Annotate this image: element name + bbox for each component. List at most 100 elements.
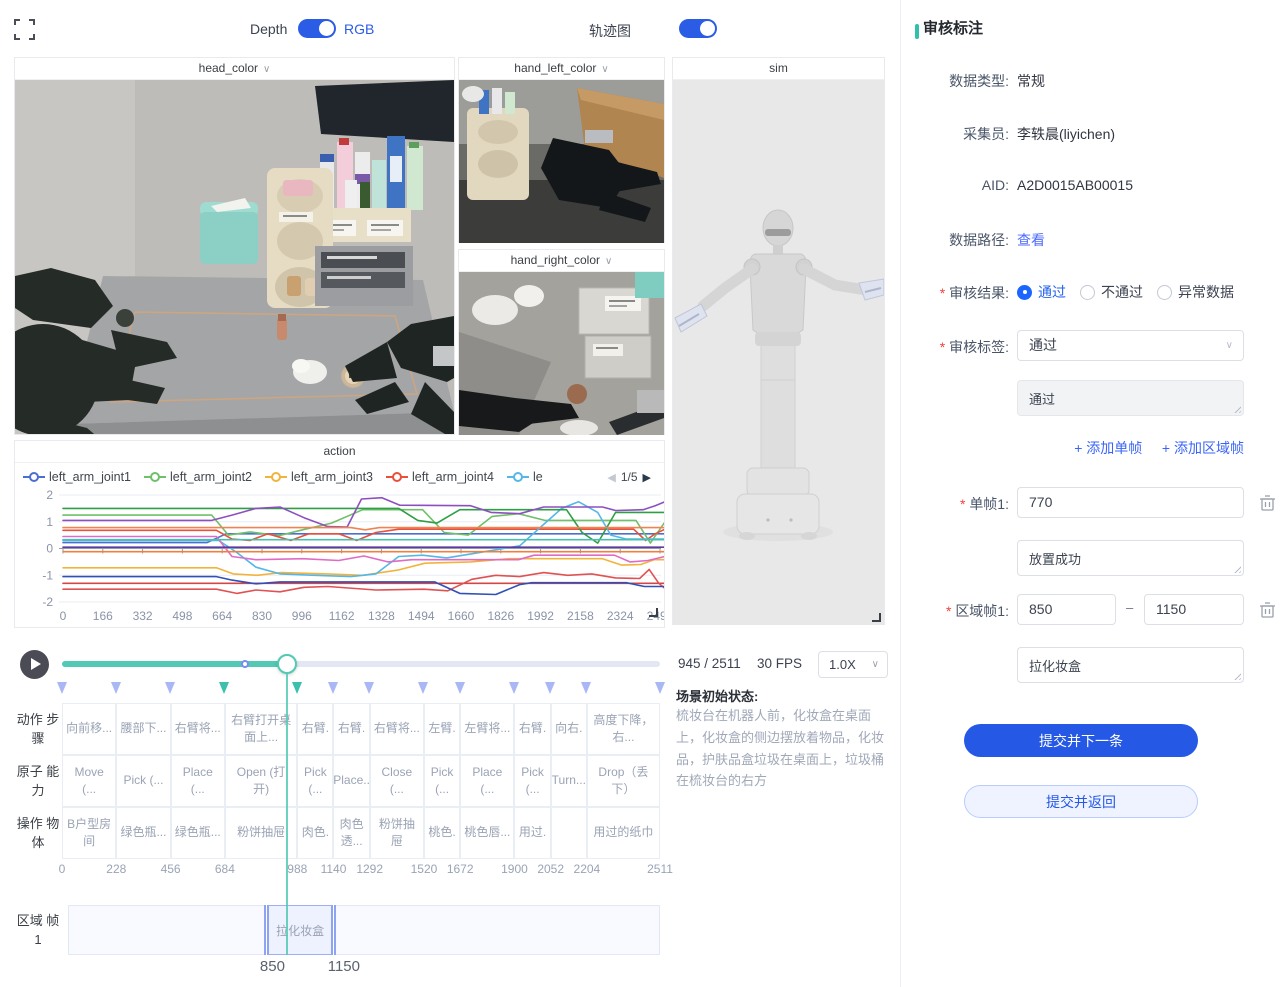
table-cell-ability[interactable]: Pick (...: [116, 755, 170, 807]
single-frame-note[interactable]: 放置成功: [1017, 540, 1244, 576]
table-cell-step[interactable]: 右臂将...: [370, 703, 424, 755]
table-cell-object[interactable]: 绿色瓶...: [116, 807, 170, 859]
scene-state-text: 梳妆台在机器人前，化妆盒在桌面上，化妆盒的侧边摆放着物品，化妆品，护肤品盒垃圾在…: [676, 705, 892, 792]
table-cell-ability[interactable]: Open (打开): [225, 755, 297, 807]
region-track-bar[interactable]: [68, 905, 660, 955]
data-path-view-link[interactable]: 查看: [1017, 230, 1045, 250]
radio-pass[interactable]: 通过: [1017, 282, 1066, 302]
table-cell-object[interactable]: 桃色.: [424, 807, 460, 859]
table-cell-object[interactable]: 粉饼抽屉: [225, 807, 297, 859]
frame-marker-988[interactable]: [292, 682, 302, 694]
table-cell-ability[interactable]: Pick (...: [424, 755, 460, 807]
fullscreen-icon[interactable]: [14, 19, 35, 40]
table-cell-ability[interactable]: Turn...: [551, 755, 587, 807]
frame-marker-1900[interactable]: [509, 682, 519, 694]
trajectory-toggle[interactable]: [679, 19, 717, 38]
region-end-input[interactable]: 1150: [1144, 594, 1244, 625]
table-cell-step[interactable]: 向前移...: [62, 703, 116, 755]
review-result-radios: 通过 不通过 异常数据: [1017, 282, 1248, 302]
table-cell-object[interactable]: B户型房间: [62, 807, 116, 859]
delete-single-frame-icon[interactable]: [1259, 494, 1276, 512]
legend-item-le[interactable]: le: [507, 470, 543, 484]
table-cell-object[interactable]: 用过.: [514, 807, 550, 859]
hand-left-camera-selector[interactable]: hand_left_color∨: [459, 58, 664, 80]
joint-trajectory-chart[interactable]: 210-1-2016633249866483099611621328149416…: [15, 489, 664, 628]
svg-text:1162: 1162: [329, 609, 355, 623]
hand-left-camera-image: [459, 80, 664, 243]
add-single-frame-link[interactable]: + 添加单帧: [1074, 440, 1142, 456]
region-start-input[interactable]: 850: [1017, 594, 1116, 625]
frame-marker-1520[interactable]: [418, 682, 428, 694]
submit-return-button[interactable]: 提交并返回: [964, 785, 1198, 818]
table-cell-object[interactable]: 粉饼抽屉: [370, 807, 424, 859]
region-frame-note[interactable]: 拉化妆盒: [1017, 647, 1244, 683]
legend-item-left_arm_joint3[interactable]: left_arm_joint3: [265, 470, 373, 484]
hand-right-camera-selector[interactable]: hand_right_color∨: [459, 250, 664, 272]
table-cell-ability[interactable]: Place..: [333, 755, 369, 807]
tag-note-textarea[interactable]: 通过: [1017, 380, 1244, 416]
table-cell-step[interactable]: 右臂.: [514, 703, 550, 755]
delete-region-frame-icon[interactable]: [1259, 601, 1276, 619]
radio-abnormal[interactable]: 异常数据: [1157, 282, 1234, 302]
table-cell-step[interactable]: 左臂.: [424, 703, 460, 755]
table-cell-ability[interactable]: Close (...: [370, 755, 424, 807]
textarea-resize-grip[interactable]: [1232, 564, 1241, 573]
frame-marker-684[interactable]: [219, 682, 229, 694]
table-cell-step[interactable]: 右臂.: [297, 703, 333, 755]
frame-marker-2052[interactable]: [545, 682, 555, 694]
frame-marker-1140[interactable]: [328, 682, 338, 694]
table-cell-ability[interactable]: Move (...: [62, 755, 116, 807]
table-cell-object[interactable]: 肉色透...: [333, 807, 369, 859]
slider-handle[interactable]: [277, 654, 297, 674]
frame-marker-2511[interactable]: [655, 682, 665, 694]
table-cell-step[interactable]: 腰部下...: [116, 703, 170, 755]
add-region-frame-link[interactable]: + 添加区域帧: [1162, 440, 1244, 456]
table-cell-object[interactable]: 桃色唇...: [460, 807, 514, 859]
sim-panel: sim: [672, 57, 885, 625]
submit-next-button[interactable]: 提交并下一条: [964, 724, 1198, 757]
table-cell-ability[interactable]: Drop（丢下）: [587, 755, 660, 807]
frame-marker-1672[interactable]: [455, 682, 465, 694]
radio-fail[interactable]: 不通过: [1080, 282, 1143, 302]
table-cell-step[interactable]: 高度下降，右...: [587, 703, 660, 755]
textarea-resize-grip[interactable]: [1232, 671, 1241, 680]
single-frame-input[interactable]: 770: [1017, 487, 1244, 518]
table-cell-object[interactable]: 用过的纸巾: [587, 807, 660, 859]
table-cell-ability[interactable]: Pick (...: [297, 755, 333, 807]
depth-rgb-toggle[interactable]: [298, 19, 336, 38]
head-camera-selector[interactable]: head_color∨: [15, 58, 454, 80]
legend-prev-icon[interactable]: ◀: [602, 471, 620, 484]
legend-next-icon[interactable]: ▶: [638, 471, 656, 484]
review-tag-select[interactable]: 通过 ∨: [1017, 330, 1244, 361]
table-cell-ability[interactable]: Pick (...: [514, 755, 550, 807]
play-button[interactable]: [20, 650, 49, 679]
timeline-tick-456: 456: [161, 862, 181, 876]
table-cell-step[interactable]: 右臂.: [333, 703, 369, 755]
table-cell-step[interactable]: 向右.: [551, 703, 587, 755]
frame-marker-456[interactable]: [165, 682, 175, 694]
playback-slider[interactable]: [62, 661, 660, 667]
table-cell-step[interactable]: 右臂打开桌面上...: [225, 703, 297, 755]
legend-item-left_arm_joint1[interactable]: left_arm_joint1: [23, 470, 131, 484]
playback-speed-select[interactable]: 1.0X ∨: [818, 651, 888, 678]
table-cell-ability[interactable]: Place (...: [171, 755, 225, 807]
head-camera-image: [15, 80, 454, 434]
resize-handle-icon[interactable]: [872, 613, 881, 622]
frame-marker-228[interactable]: [111, 682, 121, 694]
table-cell-step[interactable]: 右臂将...: [171, 703, 225, 755]
resize-handle-icon[interactable]: [649, 608, 658, 617]
region-segment[interactable]: 拉化妆盒: [264, 905, 335, 955]
annotation-review-app: Depth RGB 轨迹图 head_color∨: [0, 0, 1280, 987]
hand-right-camera-title: hand_right_color: [511, 253, 600, 267]
table-cell-step[interactable]: 左臂将...: [460, 703, 514, 755]
legend-item-left_arm_joint4[interactable]: left_arm_joint4: [386, 470, 494, 484]
table-cell-ability[interactable]: Place (...: [460, 755, 514, 807]
table-cell-object[interactable]: [551, 807, 587, 859]
frame-marker-1292[interactable]: [364, 682, 374, 694]
frame-marker-0[interactable]: [57, 682, 67, 694]
legend-item-left_arm_joint2[interactable]: left_arm_joint2: [144, 470, 252, 484]
table-cell-object[interactable]: 肉色.: [297, 807, 333, 859]
table-cell-object[interactable]: 绿色瓶...: [171, 807, 225, 859]
textarea-resize-grip[interactable]: [1232, 404, 1241, 413]
frame-marker-2204[interactable]: [581, 682, 591, 694]
